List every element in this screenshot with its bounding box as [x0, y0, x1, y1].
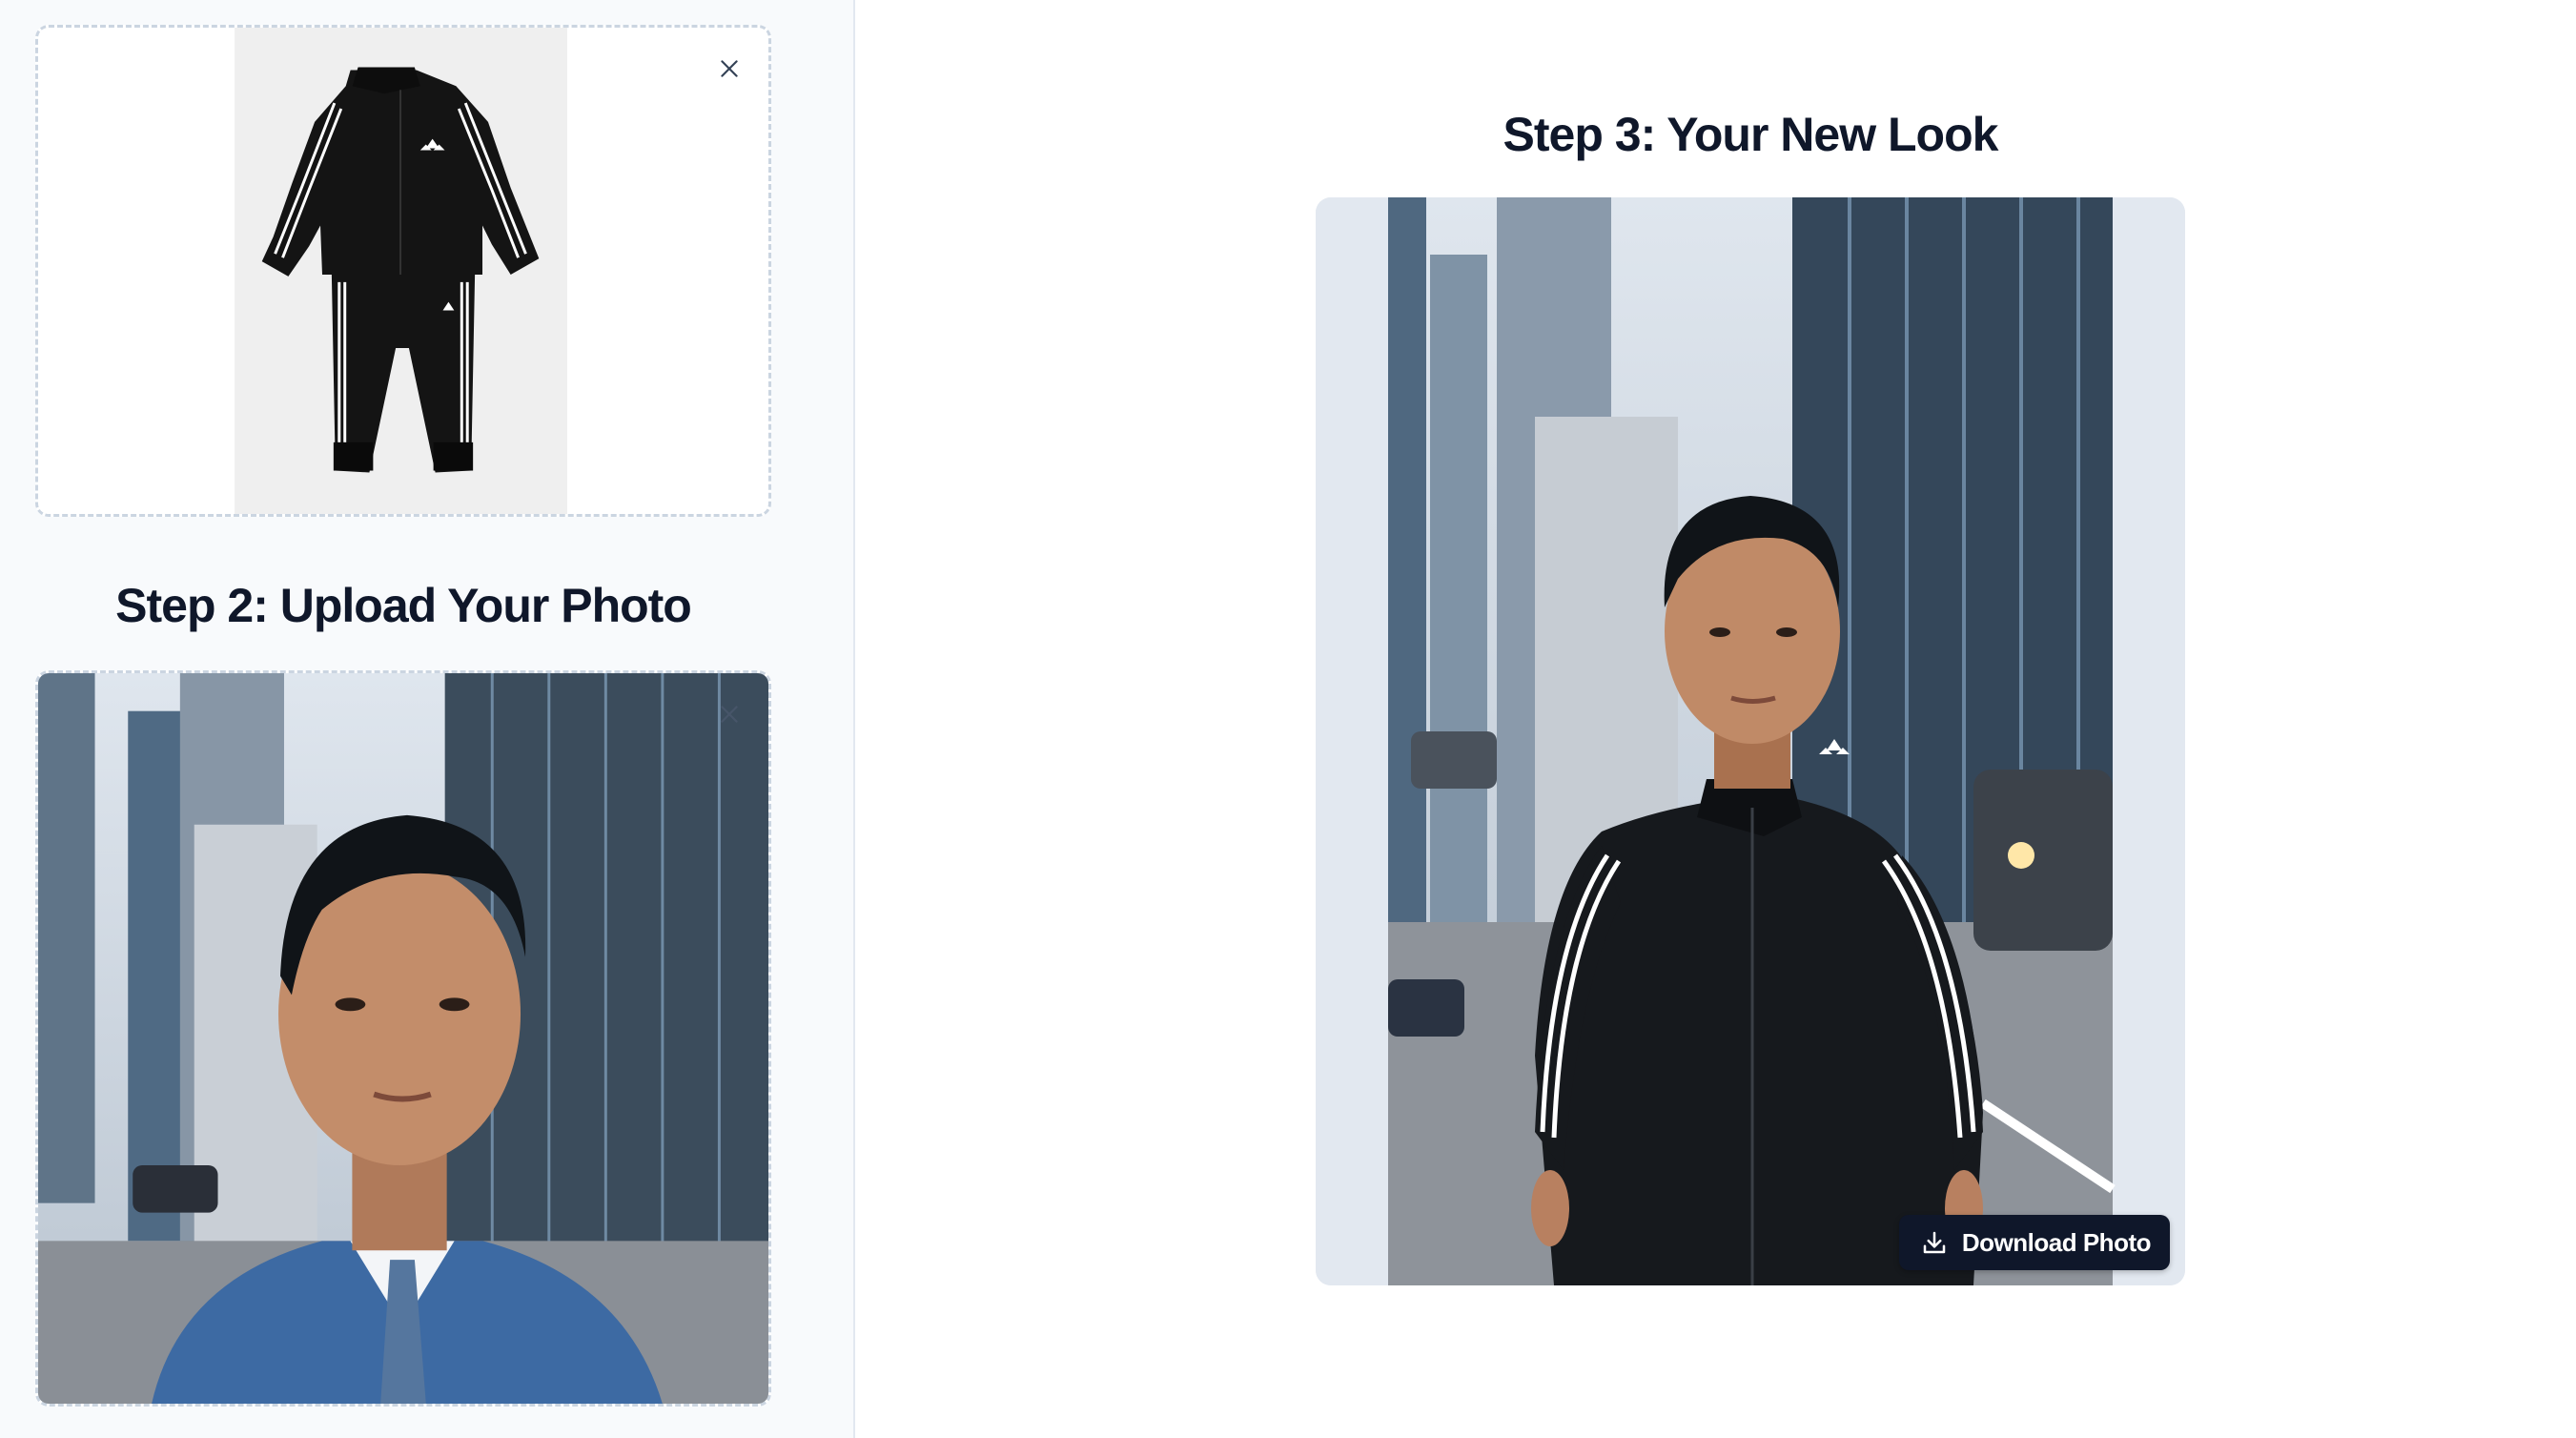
close-icon: [721, 60, 738, 77]
garment-dropzone[interactable]: [35, 25, 771, 517]
step-3-title: Step 3: Your New Look: [1503, 108, 1999, 161]
close-icon: [721, 706, 738, 723]
photo-dropzone[interactable]: [35, 670, 771, 1407]
remove-garment-button[interactable]: [709, 49, 749, 89]
download-photo-label: Download Photo: [1961, 1227, 2152, 1257]
remove-photo-button[interactable]: [709, 694, 749, 734]
garment-image: [39, 28, 767, 514]
upload-sidebar: Step 2: Upload Your Photo: [0, 0, 855, 1438]
download-photo-button[interactable]: Download Photo: [1898, 1215, 2170, 1270]
step-2-title: Step 2: Upload Your Photo: [115, 579, 692, 632]
download-icon: [1923, 1231, 1946, 1254]
result-preview: Download Photo: [1316, 197, 2185, 1285]
result-image: [1316, 197, 2185, 1285]
user-photo: [38, 673, 768, 1404]
